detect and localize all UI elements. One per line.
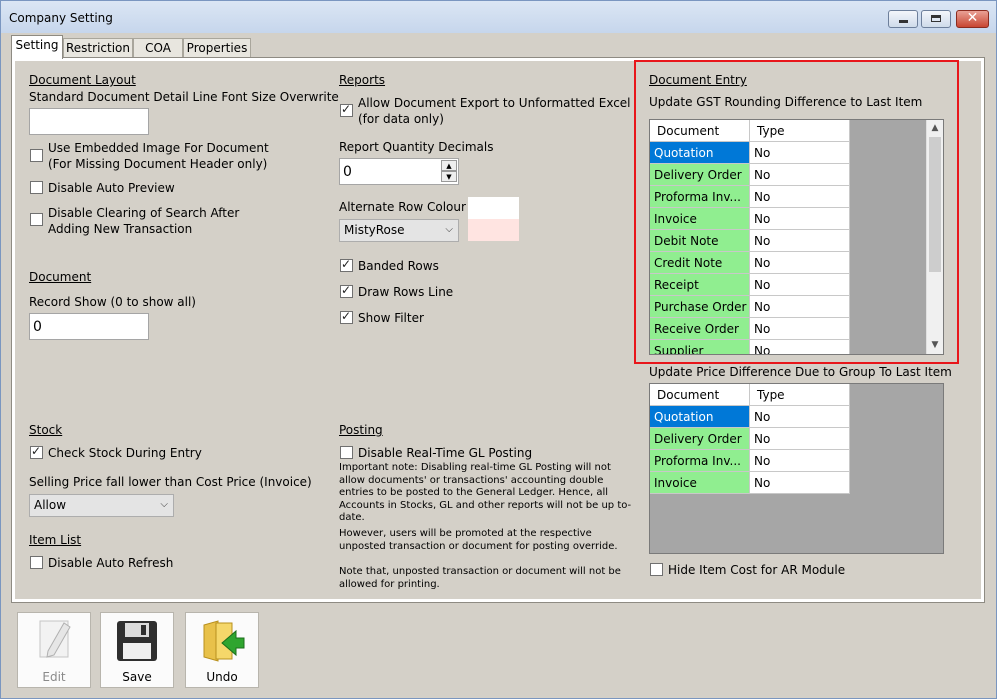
allow-export-checkbox[interactable] — [340, 102, 353, 117]
window-title: Company Setting — [9, 11, 113, 25]
highlight-box — [634, 60, 959, 364]
minimize-button[interactable] — [888, 10, 918, 28]
font-size-input[interactable] — [29, 108, 149, 135]
stock-heading: Stock — [29, 423, 63, 437]
draw-rows-line-checkbox[interactable] — [340, 283, 353, 298]
disable-clearing-label: Disable Clearing of Search After Adding N… — [48, 206, 240, 236]
edit-label: Edit — [42, 670, 66, 684]
disable-auto-refresh-checkbox[interactable] — [30, 556, 43, 569]
alt-row-colour-select[interactable]: MistyRose ⌵ — [339, 219, 459, 242]
disable-auto-refresh-label: Disable Auto Refresh — [48, 556, 174, 570]
close-button[interactable]: ✕ — [956, 10, 989, 28]
item-list-heading: Item List — [29, 533, 82, 547]
posting-note-3: Note that, unposted transaction or docum… — [339, 566, 621, 590]
embedded-image-checkbox[interactable] — [30, 149, 43, 162]
document-cell[interactable]: Proforma Inv... — [650, 450, 750, 472]
floppy-disk-icon — [117, 621, 157, 661]
edit-button[interactable]: Edit — [17, 612, 91, 688]
qty-decimals-label: Report Quantity Decimals — [339, 140, 494, 154]
type-cell[interactable]: No — [750, 450, 850, 472]
chevron-down-icon: ⌵ — [445, 224, 453, 235]
col-type-header[interactable]: Type — [750, 384, 850, 406]
qty-decimals-spinner[interactable]: ▲ ▼ — [441, 160, 457, 184]
check-stock-label: Check Stock During Entry — [48, 446, 202, 460]
embedded-image-label: Use Embedded Image For Document (For Miss… — [48, 141, 269, 171]
check-stock-checkbox[interactable] — [30, 444, 43, 459]
disable-auto-preview-label: Disable Auto Preview — [48, 181, 175, 195]
record-show-input[interactable]: 0 — [29, 313, 149, 340]
tab-coa[interactable]: COA — [133, 38, 183, 57]
selling-price-value: Allow — [34, 498, 67, 512]
tab-restriction[interactable]: Restriction — [63, 38, 133, 57]
undo-folder-icon — [203, 620, 245, 662]
title-bar: Company Setting ✕ — [1, 1, 996, 33]
save-button[interactable]: Save — [100, 612, 174, 688]
selling-price-label: Selling Price fall lower than Cost Price… — [29, 475, 312, 489]
posting-note-2: However, users will be promoted at the r… — [339, 528, 618, 552]
document-cell[interactable]: Delivery Order — [650, 428, 750, 450]
undo-button[interactable]: Undo — [185, 612, 259, 688]
font-size-label: Standard Document Detail Line Font Size … — [29, 90, 339, 104]
maximize-icon — [931, 15, 941, 22]
reports-heading: Reports — [339, 73, 386, 87]
pencil-icon — [39, 620, 71, 658]
record-show-label: Record Show (0 to show all) — [29, 295, 196, 309]
tab-setting[interactable]: Setting — [11, 35, 63, 59]
show-filter-checkbox[interactable] — [340, 309, 353, 324]
tab-properties[interactable]: Properties — [183, 38, 251, 57]
minimize-icon — [899, 20, 908, 23]
document-cell[interactable]: Invoice — [650, 472, 750, 494]
draw-rows-line-label: Draw Rows Line — [358, 285, 454, 299]
document-cell[interactable]: Quotation — [650, 406, 750, 428]
hide-item-cost-checkbox[interactable] — [650, 563, 663, 576]
maximize-button[interactable] — [921, 10, 951, 28]
close-icon: ✕ — [966, 10, 979, 26]
disable-gl-posting-checkbox[interactable] — [340, 446, 353, 459]
document-layout-heading: Document Layout — [29, 73, 136, 87]
spin-down-icon[interactable]: ▼ — [441, 171, 457, 182]
banded-rows-checkbox[interactable] — [340, 257, 353, 272]
show-filter-label: Show Filter — [358, 311, 424, 325]
col-document-header[interactable]: Document — [650, 384, 750, 406]
save-label: Save — [122, 670, 152, 684]
type-cell[interactable]: No — [750, 472, 850, 494]
document-heading: Document — [29, 270, 92, 284]
undo-label: Undo — [206, 670, 238, 684]
price-difference-grid: Document Type Quotation No Delivery Order N… — [649, 383, 944, 554]
disable-gl-posting-label: Disable Real-Time GL Posting — [358, 446, 533, 460]
selling-price-select[interactable]: Allow ⌵ — [29, 494, 174, 517]
hide-item-cost-label: Hide Item Cost for AR Module — [668, 563, 846, 577]
disable-auto-preview-checkbox[interactable] — [30, 181, 43, 194]
disable-clearing-checkbox[interactable] — [30, 213, 43, 226]
spin-up-icon[interactable]: ▲ — [441, 160, 457, 171]
type-cell[interactable]: No — [750, 406, 850, 428]
type-cell[interactable]: No — [750, 428, 850, 450]
posting-note-1: Important note: Disabling real-time GL P… — [339, 462, 632, 523]
alt-row-colour-value: MistyRose — [344, 223, 405, 237]
alt-row-swatch-white — [468, 197, 519, 219]
allow-export-label: Allow Document Export to Unformatted Exc… — [358, 96, 631, 126]
alt-row-label: Alternate Row Colour — [339, 200, 466, 214]
banded-rows-label: Banded Rows — [358, 259, 439, 273]
company-setting-window: Company Setting ✕ Setting Restriction CO… — [0, 0, 997, 699]
alt-row-swatch-color — [468, 219, 519, 241]
chevron-down-icon: ⌵ — [160, 499, 168, 510]
posting-heading: Posting — [339, 423, 383, 437]
price-difference-label: Update Price Difference Due to Group To … — [649, 365, 952, 379]
